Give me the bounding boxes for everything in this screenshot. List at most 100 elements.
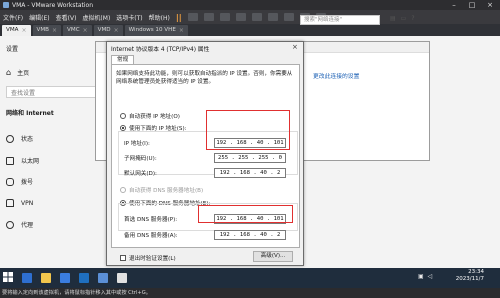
windows-start-icon[interactable] (3, 272, 13, 282)
snapshot-icon[interactable] (203, 13, 214, 21)
validate-on-exit-checkbox[interactable]: 退出时验证设置(L) (120, 254, 176, 262)
vmware-menubar: 文件(F) 编辑(E) 查看(V) 虚拟机(M) 选项卡(T) 帮助(H) || (0, 10, 500, 24)
advanced-button[interactable]: 高级(V)... (253, 251, 293, 262)
vmware-tab-strip: VMA × VMB × VMC × VMD × Windows 10 VHE × (0, 24, 500, 36)
close-icon[interactable]: × (292, 43, 298, 51)
subnet-mask-field[interactable]: 255 . 255 . 255 . 0 (214, 153, 286, 163)
ie-icon[interactable] (22, 273, 32, 283)
auto-dns-radio[interactable]: 自动获得 DNS 服务器地址(B) (120, 186, 203, 194)
network-connections-icon[interactable] (98, 273, 108, 283)
vpn-icon (6, 199, 14, 207)
change-connection-link[interactable]: 更改此连接的设置 (313, 71, 359, 80)
dialog-description: 如果网络支持此功能，则可以获取自动指派的 IP 设置。否则，你需要从网络系统管理… (116, 71, 293, 85)
sidebar-item-label: 状态 (21, 136, 34, 143)
close-icon[interactable]: × (83, 27, 88, 34)
close-icon[interactable]: × (21, 27, 26, 34)
clock-time: 23:34 (468, 269, 484, 275)
settings-gear-icon[interactable] (117, 273, 127, 283)
globe-icon (6, 134, 14, 143)
settings-search-placeholder: 查找设置 (11, 89, 36, 97)
vmware-window-title: VMA - VMware Workstation (12, 1, 94, 9)
vmware-titlebar: VMA - VMware Workstation – □ × (0, 0, 500, 10)
menu-edit[interactable]: 编辑(E) (29, 13, 49, 22)
preview-pane-icon[interactable]: ▭ (401, 15, 407, 22)
unity-icon[interactable] (283, 13, 294, 21)
maximize-icon[interactable]: □ (464, 0, 480, 10)
tab-label: VMC (67, 27, 80, 33)
ip-highlight-box (206, 110, 290, 150)
menu-vm[interactable]: 虚拟机(M) (82, 13, 110, 22)
tab-vmc[interactable]: VMC × (63, 24, 92, 36)
settings-search-input[interactable]: 查找设置 (6, 86, 96, 98)
taskbar-clock[interactable]: 23:34 2023/11/7 (442, 269, 484, 283)
dns-highlight-box (198, 205, 293, 223)
system-tray: ▣ ◁ (418, 273, 432, 280)
auto-ip-radio[interactable]: 自动获得 IP 地址(O) (120, 112, 180, 120)
fullscreen-icon[interactable] (267, 13, 278, 21)
sidebar-item-label: 拨号 (21, 179, 34, 186)
snapshot-manager-icon[interactable] (235, 13, 246, 21)
sidebar-item-dialup[interactable]: 拨号 (6, 177, 33, 186)
alternate-dns-field[interactable]: 192 . 168 . 40 . 2 (214, 230, 286, 240)
ipv4-properties-dialog: Internet 协议版本 4 (TCP/IPv4) 属性 × 常规 如果网络支… (106, 41, 304, 266)
close-icon[interactable]: × (114, 27, 119, 34)
tab-vmd[interactable]: VMD × (93, 24, 123, 36)
network-search-input[interactable]: 搜索"网络连接" (300, 15, 380, 25)
sidebar-item-label: 代理 (21, 222, 34, 229)
server-manager-icon[interactable] (60, 273, 70, 283)
volume-icon[interactable]: ◁ (428, 273, 433, 280)
view-mode-icon[interactable] (251, 13, 262, 21)
radio-button[interactable] (120, 113, 126, 119)
tab-label: VMA (6, 27, 19, 33)
ethernet-icon (6, 156, 14, 165)
tab-vma[interactable]: VMA × (2, 24, 31, 36)
preferred-dns-label: 首选 DNS 服务器(P): (124, 217, 178, 223)
ip-address-label: IP 地址(I): (124, 141, 150, 147)
tab-windows-10-vhe[interactable]: Windows 10 VHE × (124, 24, 188, 36)
alternate-dns-label: 备用 DNS 服务器(A): (124, 233, 178, 239)
menu-tabs[interactable]: 选项卡(T) (116, 13, 142, 22)
menu-view[interactable]: 查看(V) (56, 13, 77, 22)
vmware-logo-icon (3, 2, 9, 8)
proxy-icon (6, 220, 14, 229)
sidebar-item-status[interactable]: 状态 (6, 134, 33, 143)
settings-title: 设置 (6, 46, 19, 53)
home-icon: ⌂ (6, 68, 12, 77)
radio-button[interactable] (120, 187, 126, 193)
default-gateway-field[interactable]: 192 . 168 . 40 . 2 (214, 168, 286, 178)
section-heading: 网络和 Internet (6, 110, 54, 117)
revert-snapshot-icon[interactable] (219, 13, 230, 21)
help-icon[interactable]: ? (411, 15, 414, 22)
sidebar-item-vpn[interactable]: VPN (6, 199, 33, 207)
network-search-placeholder: 搜索"网络连接" (304, 17, 343, 23)
menu-file[interactable]: 文件(F) (3, 13, 23, 22)
close-icon[interactable]: × (179, 27, 184, 34)
sidebar-item-proxy[interactable]: 代理 (6, 220, 33, 229)
pause-icon[interactable]: || (176, 13, 182, 22)
clock-date: 2023/11/7 (455, 276, 484, 282)
send-ctrl-alt-del-icon[interactable] (187, 13, 198, 21)
view-options: ▤ ▭ ? (390, 15, 415, 22)
network-tray-icon[interactable]: ▣ (418, 273, 424, 280)
close-icon[interactable]: × (482, 0, 498, 10)
powershell-icon[interactable] (79, 273, 89, 283)
validate-label: 退出时验证设置(L) (129, 256, 176, 262)
settings-home-item[interactable]: ⌂ 主页 (6, 68, 29, 77)
subnet-mask-label: 子网掩码(U): (124, 156, 157, 162)
tab-label: Windows 10 VHE (128, 27, 176, 33)
dialog-title: Internet 协议版本 4 (TCP/IPv4) 属性 (111, 47, 210, 53)
tab-vmb[interactable]: VMB × (32, 24, 62, 36)
file-explorer-icon[interactable] (41, 273, 51, 283)
default-gateway-label: 默认网关(D): (124, 171, 157, 177)
view-toggle-icon[interactable]: ▤ (390, 15, 396, 22)
phone-icon (6, 177, 14, 186)
sidebar-item-ethernet[interactable]: 以太网 (6, 156, 39, 165)
checkbox[interactable] (120, 255, 126, 261)
sidebar-item-label: 以太网 (21, 158, 40, 165)
menu-help[interactable]: 帮助(H) (149, 13, 170, 22)
vmware-statusbar: 要将输入定向到该虚拟机，请将鼠标指针移入其中或按 Ctrl+G。 (0, 288, 500, 298)
home-label: 主页 (17, 70, 30, 77)
minimize-icon[interactable]: – (446, 0, 462, 10)
auto-ip-label: 自动获得 IP 地址(O) (129, 114, 180, 120)
close-icon[interactable]: × (52, 27, 57, 34)
